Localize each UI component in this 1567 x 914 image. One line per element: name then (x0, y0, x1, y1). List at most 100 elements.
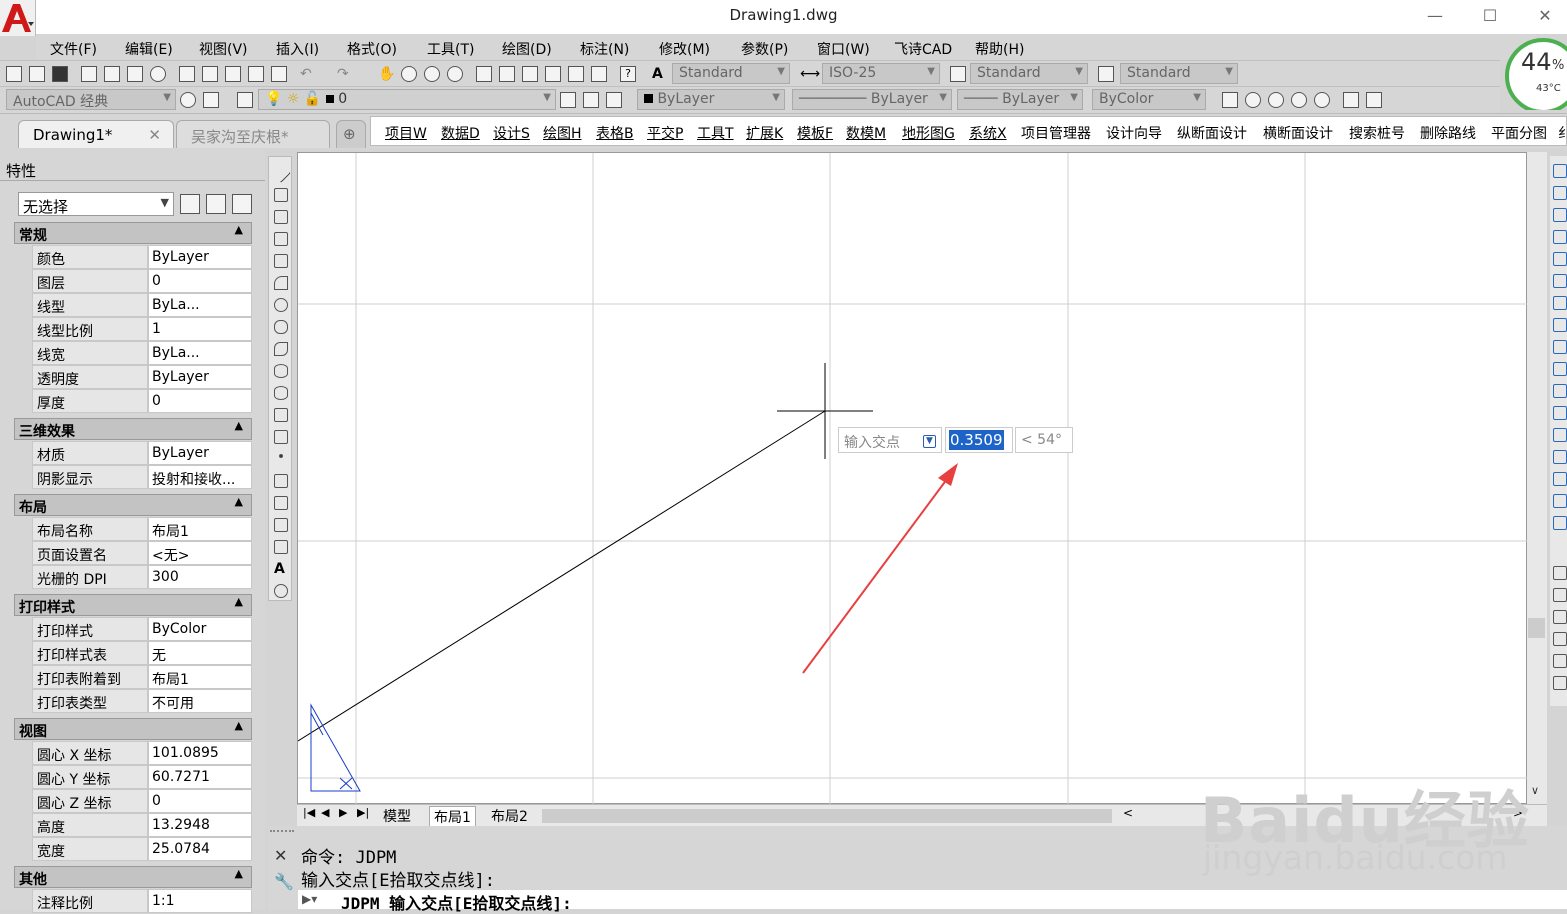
scroll-down-icon[interactable]: ∨ (1531, 784, 1539, 797)
property-row[interactable]: 材质 ByLayer (32, 441, 252, 465)
property-row[interactable]: 线型 ByLa... (32, 293, 252, 317)
property-value[interactable]: ByColor (148, 617, 252, 641)
zoom-window-icon[interactable] (424, 66, 440, 82)
menu-topo[interactable]: 地形图G (902, 123, 955, 143)
menu-more[interactable]: 纟 (1558, 123, 1567, 143)
property-row[interactable]: 打印表类型 不可用 (32, 689, 252, 713)
property-row[interactable]: 高度 13.2948 (32, 813, 252, 837)
property-value[interactable]: ByLa... (148, 341, 252, 365)
quick-select-icon[interactable] (232, 194, 252, 214)
menu-table[interactable]: 表格B (596, 123, 634, 143)
tab-layout2[interactable]: 布局2 (487, 806, 532, 826)
prev-layout-icon[interactable]: ◀ (317, 806, 333, 819)
rectangle-icon[interactable] (274, 254, 288, 268)
view-3d-icon-5[interactable] (1314, 92, 1330, 108)
pan-icon[interactable]: ✋ (378, 66, 395, 82)
maximize-button[interactable]: ☐ (1480, 6, 1500, 25)
point-icon[interactable] (279, 454, 283, 458)
layer-previous-icon[interactable] (583, 92, 599, 108)
property-row[interactable]: 打印表附着到 布局1 (32, 665, 252, 689)
property-row[interactable]: 颜色 ByLayer (32, 245, 252, 269)
view-3d-icon-1[interactable] (1222, 92, 1238, 108)
erase-icon[interactable] (1553, 164, 1567, 178)
extend-icon[interactable] (1553, 384, 1567, 398)
design-center-icon[interactable] (499, 66, 515, 82)
menu-delete-route[interactable]: 删除路线 (1420, 123, 1476, 143)
menu-system[interactable]: 系统X (969, 123, 1007, 143)
menu-hc-tools[interactable]: 工具T (697, 123, 734, 143)
dynamic-input-options-icon[interactable]: ▼ (923, 435, 936, 448)
scroll-thumb[interactable] (1528, 618, 1545, 638)
tab-layout1[interactable]: 布局1 (429, 806, 476, 828)
ellipse-icon[interactable] (274, 364, 288, 378)
collapse-icon[interactable]: ▲ (235, 495, 243, 508)
view-3d-icon-3[interactable] (1268, 92, 1284, 108)
collapse-icon[interactable]: ▲ (235, 719, 243, 732)
scroll-left-icon[interactable]: < (1119, 806, 1137, 820)
menu-help[interactable]: 帮助(H) (975, 39, 1024, 59)
tab-drawing1[interactable]: Drawing1* ✕ (18, 120, 174, 148)
horizontal-scroll-track[interactable] (542, 809, 1112, 823)
stretch-icon[interactable] (1553, 340, 1567, 354)
collapse-icon[interactable]: ▲ (235, 223, 243, 236)
break-icon[interactable] (1553, 428, 1567, 442)
section-header[interactable]: 常规 ▲ (14, 222, 252, 244)
property-value[interactable]: <无> (148, 541, 252, 565)
property-value[interactable]: 布局1 (148, 665, 252, 689)
move-icon[interactable] (1553, 274, 1567, 288)
close-command-icon[interactable]: ✕ (274, 846, 287, 865)
layer-select[interactable]: 💡 ☼ 🔓 0 ▼ (258, 89, 556, 110)
view-3d-icon-7[interactable] (1366, 92, 1382, 108)
explode-icon[interactable] (1553, 516, 1567, 530)
property-value[interactable]: 0 (148, 389, 252, 413)
ellipse-arc-icon[interactable] (274, 386, 288, 400)
tab-close-icon[interactable]: ✕ (148, 126, 161, 144)
property-value[interactable]: 不可用 (148, 689, 252, 713)
line-icon[interactable] (271, 163, 291, 183)
polygon-icon[interactable] (274, 232, 288, 246)
save-icon[interactable] (52, 66, 68, 82)
menu-project-manager[interactable]: 项目管理器 (1021, 123, 1091, 143)
toggle-pickadd-icon[interactable] (180, 194, 200, 214)
dynamic-input-value[interactable]: 0.3509 (945, 427, 1013, 453)
paste-icon[interactable] (225, 66, 241, 82)
collapse-icon[interactable]: ▲ (235, 867, 243, 880)
dynamic-input-value-text[interactable]: 0.3509 (949, 430, 1004, 450)
section-header[interactable]: 视图 ▲ (14, 718, 252, 740)
layer-properties-icon[interactable] (237, 92, 253, 108)
property-value[interactable]: 13.2948 (148, 813, 252, 837)
close-button[interactable]: ✕ (1535, 6, 1555, 25)
property-row[interactable]: 线型比例 1 (32, 317, 252, 341)
inquiry-tool-icon[interactable] (1553, 676, 1567, 690)
property-value[interactable]: ByLayer (148, 365, 252, 389)
mleader-style-select[interactable]: Standard ▼ (1120, 63, 1238, 84)
block-editor-icon[interactable] (271, 66, 287, 82)
menu-cross-section-design[interactable]: 横断面设计 (1263, 123, 1333, 143)
inquiry-tool-icon[interactable] (1553, 588, 1567, 602)
property-row[interactable]: 打印样式表无 (32, 641, 252, 665)
property-value[interactable]: 300 (148, 565, 252, 589)
properties-icon[interactable] (476, 66, 492, 82)
region-icon[interactable] (274, 518, 288, 532)
vertical-scrollbar[interactable]: ∨ (1527, 152, 1547, 804)
help-icon[interactable]: ? (620, 66, 636, 82)
open-icon[interactable] (29, 66, 45, 82)
property-row[interactable]: 厚度 0 (32, 389, 252, 413)
multiline-text-icon[interactable]: A (274, 562, 288, 576)
menu-design[interactable]: 设计S (493, 123, 530, 143)
property-value[interactable]: 1:1 (148, 889, 252, 913)
copy-icon[interactable] (1553, 186, 1567, 200)
workspace-settings-icon[interactable] (180, 92, 196, 108)
break-at-point-icon[interactable] (1553, 406, 1567, 420)
property-value[interactable]: 1 (148, 317, 252, 341)
add-selected-icon[interactable] (274, 584, 288, 598)
command-input[interactable]: JDPM 输入交点[E拾取交点线]: (341, 890, 572, 914)
minimize-button[interactable]: — (1425, 6, 1445, 25)
property-row[interactable]: 阴影显示 投射和接收... (32, 465, 252, 489)
markup-icon[interactable] (568, 66, 584, 82)
menu-dtm[interactable]: 数模M (846, 123, 886, 143)
select-objects-icon[interactable] (206, 194, 226, 214)
property-value[interactable]: ByLayer (148, 441, 252, 465)
property-row[interactable]: 透明度 ByLayer (32, 365, 252, 389)
inquiry-tool-icon[interactable] (1553, 566, 1567, 580)
